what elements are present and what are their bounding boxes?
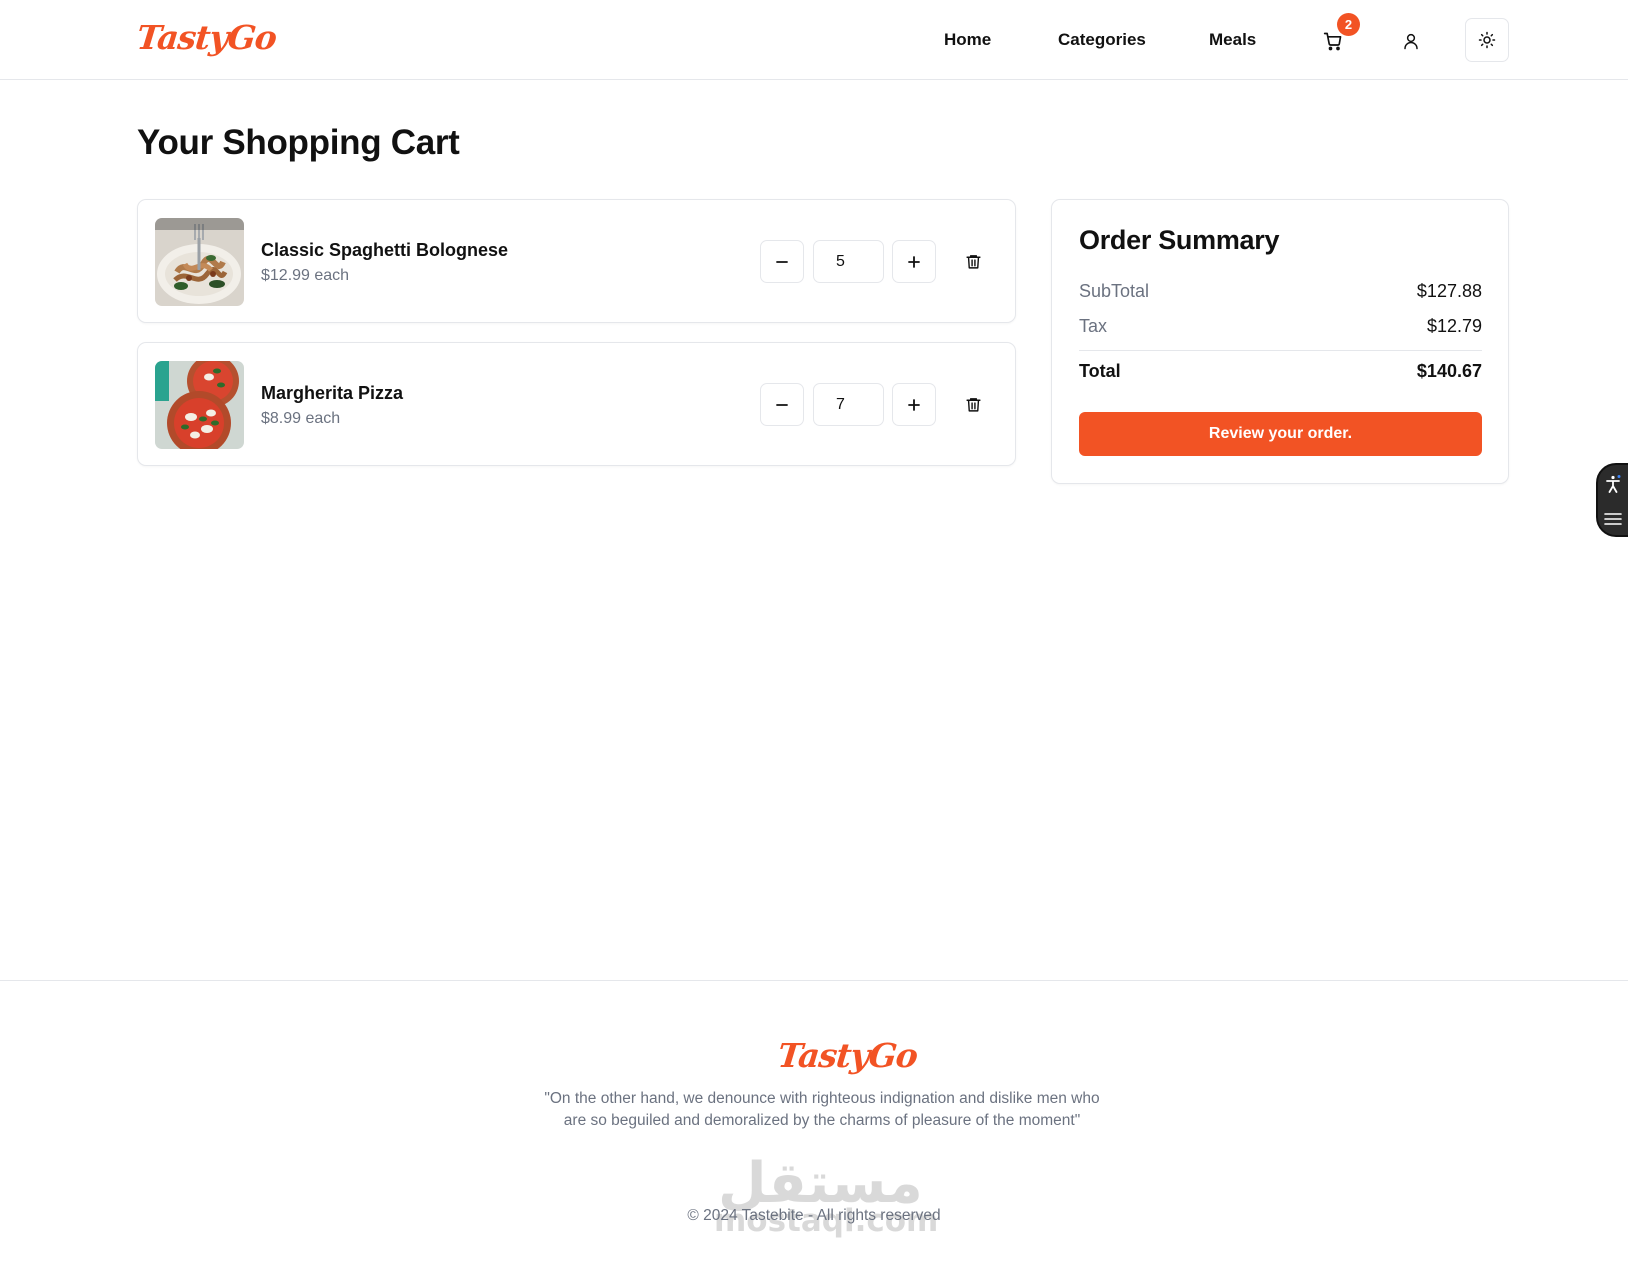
item-price: $8.99 each bbox=[261, 410, 341, 427]
remove-item-button[interactable] bbox=[960, 248, 986, 274]
nav-link-meals[interactable]: Meals bbox=[1209, 30, 1256, 50]
trash-icon bbox=[965, 397, 981, 412]
trash-icon bbox=[965, 254, 981, 269]
subtotal-label: SubTotal bbox=[1079, 281, 1150, 301]
item-name: Classic Spaghetti Bolognese bbox=[261, 240, 509, 260]
subtotal-row: SubTotal $127.88 bbox=[1079, 281, 1482, 302]
accessibility-icon bbox=[1606, 474, 1621, 493]
tax-value: $12.79 bbox=[1426, 316, 1482, 336]
decrease-quantity-button[interactable] bbox=[760, 240, 804, 283]
increase-quantity-button[interactable] bbox=[892, 240, 936, 283]
tax-row: Tax $12.79 bbox=[1079, 316, 1482, 337]
nav-link-home[interactable]: Home bbox=[944, 30, 991, 50]
mostaql-watermark: مستقل mostaql.com bbox=[710, 1151, 938, 1241]
menu-icon bbox=[1604, 512, 1622, 525]
copyright-text: © 2024 Tastebite - All rights reserved bbox=[687, 1207, 941, 1224]
total-value: $140.67 bbox=[1416, 361, 1482, 381]
increase-quantity-button[interactable] bbox=[892, 383, 936, 426]
quantity-input[interactable] bbox=[813, 240, 884, 283]
site-footer: TastyGo "On the other hand, we denounce … bbox=[0, 980, 1628, 1280]
plus-icon bbox=[908, 255, 920, 268]
user-icon bbox=[1404, 33, 1418, 50]
summary-divider bbox=[1079, 350, 1482, 351]
theme-toggle-button[interactable] bbox=[1465, 18, 1509, 62]
logo[interactable]: TastyGo bbox=[135, 18, 278, 57]
cart-item: Classic Spaghetti Bolognese $12.99 each bbox=[137, 199, 1016, 323]
cart-item: Margherita Pizza $8.99 each bbox=[137, 342, 1016, 466]
order-summary-card: Order Summary SubTotal $127.88 Tax $12.7… bbox=[1051, 199, 1509, 484]
accessibility-widget[interactable] bbox=[1596, 463, 1628, 537]
cart-icon bbox=[1323, 32, 1342, 51]
remove-item-button[interactable] bbox=[960, 391, 986, 417]
item-price: $12.99 each bbox=[261, 267, 350, 284]
total-label: Total bbox=[1079, 361, 1121, 381]
user-account-button[interactable] bbox=[1396, 26, 1426, 56]
minus-icon bbox=[776, 260, 788, 263]
sun-icon bbox=[1478, 31, 1496, 49]
subtotal-value: $127.88 bbox=[1416, 281, 1482, 301]
total-row: Total $140.67 bbox=[1079, 361, 1482, 382]
cart-count-badge: 2 bbox=[1337, 13, 1360, 36]
page-title: Your Shopping Cart bbox=[137, 123, 460, 162]
decrease-quantity-button[interactable] bbox=[760, 383, 804, 426]
footer-logo[interactable]: TastyGo bbox=[776, 1036, 919, 1075]
item-image-pizza bbox=[155, 361, 244, 449]
tax-label: Tax bbox=[1079, 316, 1108, 336]
item-name: Margherita Pizza bbox=[261, 383, 404, 403]
nav-link-categories[interactable]: Categories bbox=[1058, 30, 1146, 50]
item-image-spaghetti bbox=[155, 218, 244, 306]
review-order-button[interactable]: Review your order. bbox=[1079, 412, 1482, 456]
quantity-input[interactable] bbox=[813, 383, 884, 426]
footer-quote: "On the other hand, we denounce with rig… bbox=[544, 1090, 1100, 1129]
order-summary-title: Order Summary bbox=[1079, 225, 1280, 255]
minus-icon bbox=[776, 403, 788, 406]
plus-icon bbox=[908, 398, 920, 411]
site-header: TastyGo Home Categories Meals 2 bbox=[0, 0, 1628, 80]
